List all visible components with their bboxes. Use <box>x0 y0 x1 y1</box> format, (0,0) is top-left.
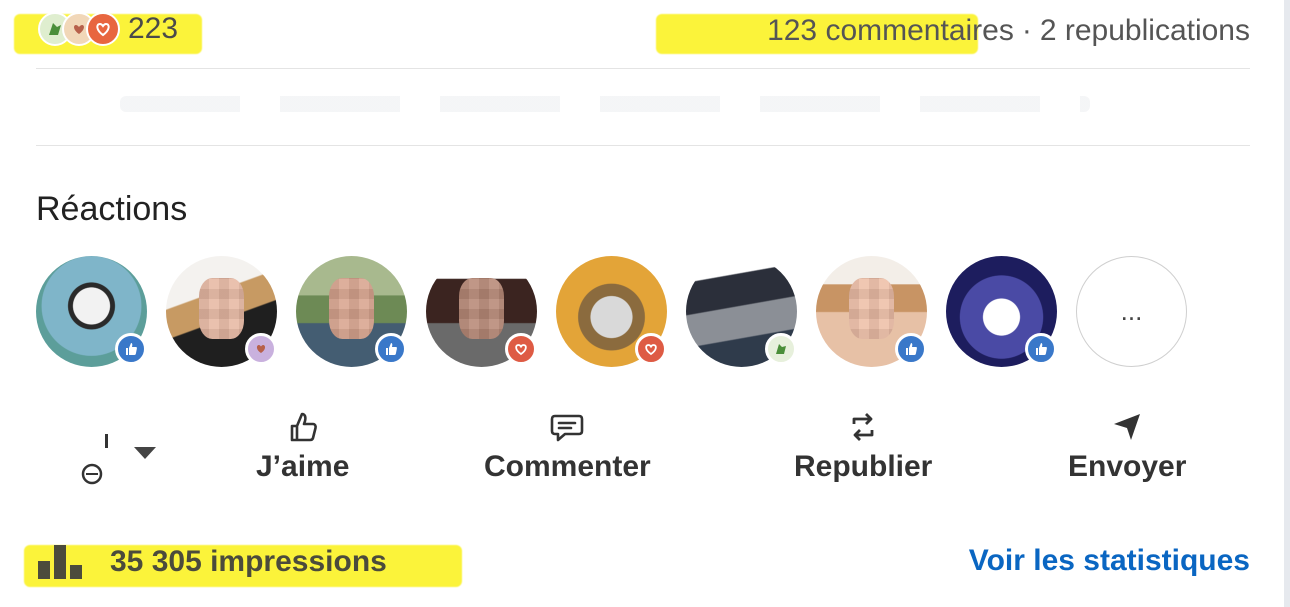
like-badge-icon <box>1025 333 1057 365</box>
divider-bottom <box>36 145 1250 146</box>
reaction-count: 223 <box>128 12 179 45</box>
thumbs-up-icon <box>290 412 317 442</box>
like-badge-icon <box>895 333 927 365</box>
reactor-avatar[interactable] <box>36 256 147 367</box>
reposts-count-link[interactable]: 2 republications <box>1040 14 1250 47</box>
blurred-face <box>459 278 504 340</box>
reaction-picker-button[interactable] <box>74 432 164 492</box>
blurred-face <box>329 278 374 340</box>
faded-row <box>120 96 1090 112</box>
chevron-down-icon <box>134 447 156 459</box>
reaction-face-icon <box>81 434 156 485</box>
comment-icon <box>551 414 584 442</box>
like-button[interactable]: J’aime <box>256 410 349 484</box>
impressions-summary[interactable]: 35 305 impressions <box>38 543 387 581</box>
love-badge-icon <box>635 333 667 365</box>
reactor-avatar[interactable] <box>556 256 667 367</box>
reactor-avatar[interactable] <box>166 256 277 367</box>
comment-label: Commenter <box>484 450 651 483</box>
celebrate-badge-icon <box>765 333 797 365</box>
reactor-avatar[interactable] <box>816 256 927 367</box>
reactor-avatar[interactable] <box>426 256 537 367</box>
reaction-summary[interactable]: 223 <box>38 12 178 46</box>
more-reactors-button[interactable]: ... <box>1076 256 1187 367</box>
impressions-count: 35 305 impressions <box>110 545 387 578</box>
send-icon <box>1114 414 1141 440</box>
repost-button[interactable]: Republier <box>794 410 932 484</box>
repost-icon <box>852 413 874 441</box>
love-icon <box>86 12 120 46</box>
send-button[interactable]: Envoyer <box>1068 410 1186 484</box>
reactions-heading: Réactions <box>36 190 188 228</box>
love-badge-icon <box>505 333 537 365</box>
more-label: ... <box>1076 256 1187 367</box>
blurred-face <box>849 278 894 340</box>
like-label: J’aime <box>256 450 350 483</box>
support-badge-icon <box>245 333 277 365</box>
separator: · <box>1021 14 1032 47</box>
comments-count-link[interactable]: 123 commentaires <box>767 14 1014 47</box>
bar-chart-icon <box>38 545 82 579</box>
blurred-face <box>199 278 244 340</box>
view-statistics-link[interactable]: Voir les statistiques <box>969 544 1250 578</box>
reactor-avatar[interactable] <box>686 256 797 367</box>
reactor-avatars: ... <box>36 256 1187 367</box>
send-label: Envoyer <box>1068 450 1187 483</box>
social-counts: 123 commentaires · 2 republications <box>767 14 1250 48</box>
reactor-avatar[interactable] <box>946 256 1057 367</box>
repost-label: Republier <box>794 450 933 483</box>
like-badge-icon <box>375 333 407 365</box>
comment-button[interactable]: Commenter <box>484 410 651 484</box>
like-badge-icon <box>115 333 147 365</box>
divider-top <box>36 68 1250 69</box>
reactor-avatar[interactable] <box>296 256 407 367</box>
reaction-icons <box>38 12 120 46</box>
panel-edge <box>1284 0 1290 607</box>
